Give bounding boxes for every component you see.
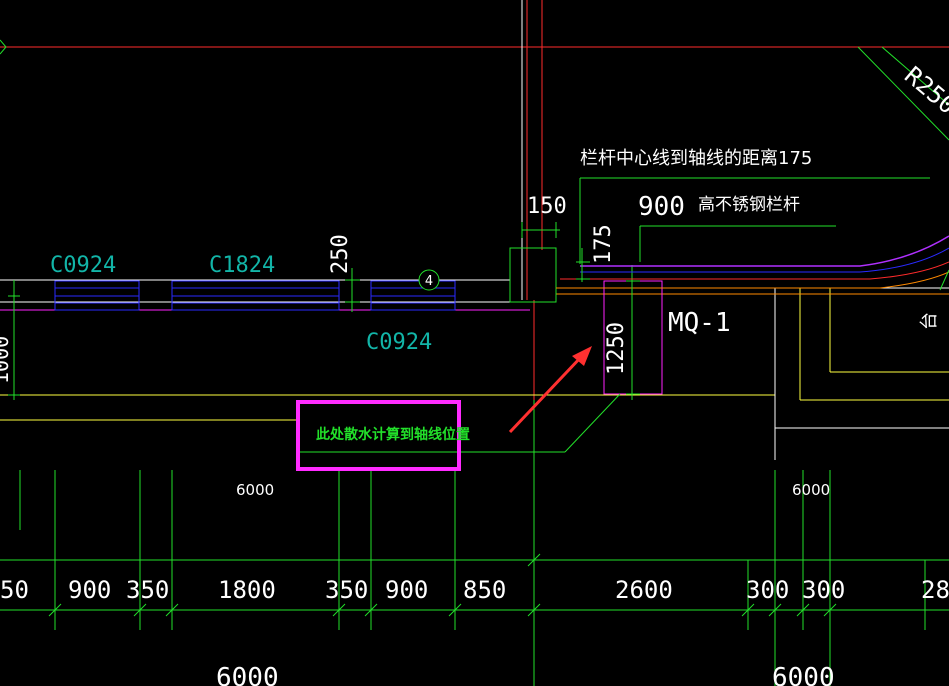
window-c0924-left-label: C0924 <box>50 253 116 278</box>
dim-150-line <box>521 222 560 238</box>
segment-dim: 300 <box>746 576 789 604</box>
callout-note: 此处散水计算到轴线位置 <box>316 426 470 443</box>
window-c0924-lower-label: C0924 <box>366 330 432 355</box>
span-right: 6000 <box>792 481 830 499</box>
dim-1250: 1250 <box>604 322 629 375</box>
segment-dim: 28 <box>921 576 949 604</box>
dim-left-partial: 1000 <box>0 336 13 384</box>
segment-dimensions: 50 900 350 1800 350 900 850 2600 300 300… <box>0 576 949 604</box>
wall-outline <box>0 279 949 460</box>
dim-175-line <box>576 248 590 282</box>
segment-dim: 350 <box>126 576 169 604</box>
bottom-total-right: 6000 <box>772 663 835 686</box>
span-left: 6000 <box>236 481 274 499</box>
segment-dim: 850 <box>463 576 506 604</box>
axis-bubble-4-label: 4 <box>425 274 433 289</box>
dim-250: 250 <box>328 234 353 274</box>
bottom-total-left: 6000 <box>216 663 279 686</box>
segment-dim: 1800 <box>218 576 276 604</box>
window-c1824-label: C1824 <box>209 253 275 278</box>
cad-drawing-canvas: 4 此处散水计算到轴线位置 栏杆中心线到轴线的距离175 900 高不锈钢栏杆 … <box>0 0 949 686</box>
segment-dim: 900 <box>68 576 111 604</box>
window-c0924-left-plan <box>54 280 140 311</box>
segment-dim: 2600 <box>615 576 673 604</box>
segment-dim: 50 <box>0 576 29 604</box>
red-arrow <box>508 346 592 434</box>
dim-150: 150 <box>527 194 567 219</box>
window-c1824-plan <box>171 280 340 311</box>
radius-label: R2500 <box>899 61 949 129</box>
railing-distance-note: 栏杆中心线到轴线的距离175 <box>580 148 812 169</box>
window-c0924-right-plan <box>370 280 456 311</box>
railing-type: 高不锈钢栏杆 <box>698 195 800 215</box>
railing-height-value: 900 <box>638 192 685 222</box>
glyph-right: 台 <box>919 312 940 330</box>
segment-dim: 350 <box>325 576 368 604</box>
segment-dim: 300 <box>802 576 845 604</box>
dim-175: 175 <box>591 224 616 264</box>
door-mq1-label: MQ-1 <box>668 308 731 338</box>
column <box>509 247 557 303</box>
segment-dim: 900 <box>385 576 428 604</box>
